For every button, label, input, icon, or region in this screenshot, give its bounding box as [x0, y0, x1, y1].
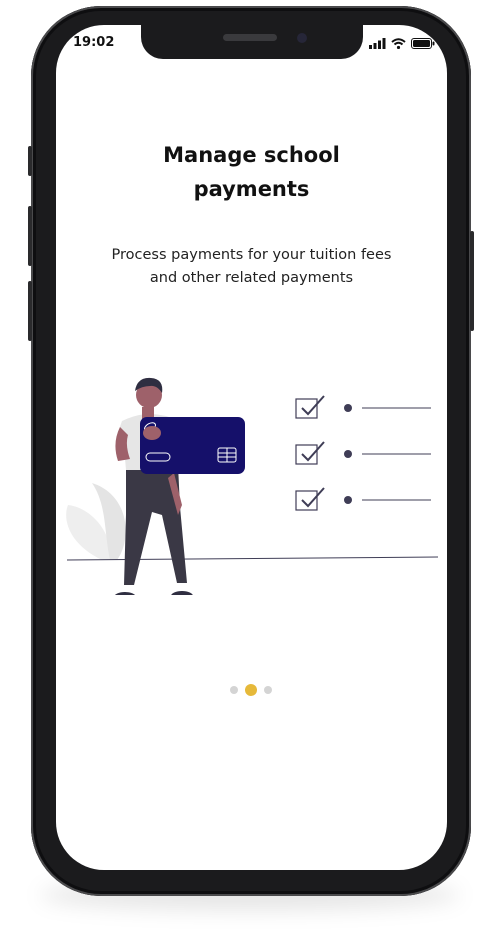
checklist-illustration [295, 395, 431, 511]
page-dot-1[interactable] [230, 686, 238, 694]
page-dot-2-active[interactable] [245, 684, 257, 696]
person-illustration [114, 377, 193, 595]
credit-card-illustration [140, 417, 245, 474]
signal-icon [369, 38, 386, 49]
wifi-icon [391, 38, 406, 49]
title-line-2: payments [193, 177, 310, 201]
front-camera [297, 33, 307, 43]
notch [141, 25, 363, 59]
power-button [470, 231, 474, 331]
onboarding-subtitle: Process payments for your tuition fees a… [76, 244, 427, 290]
status-time: 19:02 [73, 35, 115, 50]
status-icons [369, 38, 435, 49]
speaker-grille [223, 34, 277, 41]
onboarding-title: Manage school payments [56, 138, 447, 206]
battery-icon [411, 38, 435, 49]
volume-down-button [28, 206, 32, 266]
checkbox-1 [295, 395, 431, 419]
checkbox-2 [295, 441, 431, 465]
plant-illustration [66, 483, 126, 560]
payment-illustration [66, 377, 439, 595]
checkbox-3 [295, 487, 431, 511]
subtitle-line-1: Process payments for your tuition fees [111, 247, 392, 263]
phone-screen: 19:02 Manage school payments Process pay… [56, 25, 447, 870]
title-line-1: Manage school [163, 143, 340, 167]
page-dot-3[interactable] [264, 686, 272, 694]
mute-button [28, 281, 32, 341]
subtitle-line-2: and other related payments [149, 270, 354, 286]
ground-line [66, 556, 439, 561]
pagination-dots [230, 684, 272, 696]
volume-up-button [28, 146, 32, 176]
